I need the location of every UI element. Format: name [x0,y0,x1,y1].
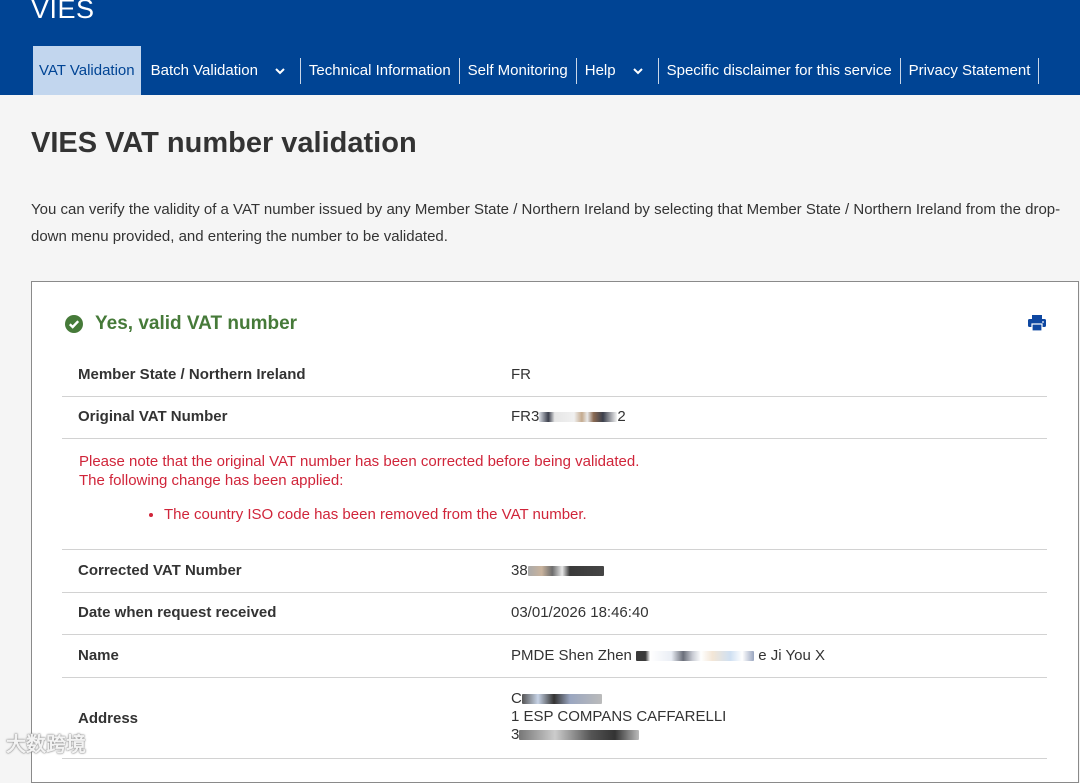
value-prefix: 38 [511,562,528,579]
nav-specific-disclaimer[interactable]: Specific disclaimer for this service [659,46,900,95]
row-label: Name [78,647,119,664]
note-bullet: The country ISO code has been removed fr… [164,505,979,524]
note-line-2: The following change has been applied: [79,472,344,489]
nav-help[interactable]: Help [577,46,658,95]
redacted-block [527,566,604,577]
nav-technical-information[interactable]: Technical Information [301,46,459,95]
value-prefix: FR3 [511,408,540,425]
site-header: VIES VAT Validation Batch Validation Tec… [0,0,1080,95]
nav-label: Batch Validation [150,62,258,79]
row-value: FR [511,366,531,383]
row-value: 03/01/2026 18:46:40 [511,604,649,621]
value-suffix: e Ji You X [758,647,825,664]
value-prefix: 3 [511,726,520,743]
valid-status-text: Yes, valid VAT number [95,313,298,334]
row-corrected-vat: Corrected VAT Number 38 [62,549,1047,593]
redacted-block [636,651,755,662]
redacted-block [519,730,640,741]
row-date-received: Date when request received 03/01/2026 18… [62,592,1047,635]
nav-label: VAT Validation [39,62,135,79]
row-value: PMDE Shen Zhen e Ji You X [511,647,825,664]
nav-label: Specific disclaimer for this service [666,62,892,79]
nav-label: Help [584,62,616,79]
row-label: Member State / Northern Ireland [78,366,306,383]
address-line-1: C [511,690,726,708]
nav-privacy-statement[interactable]: Privacy Statement [901,46,1039,95]
row-name: Name PMDE Shen Zhen e Ji You X [62,635,1047,678]
row-label: Original VAT Number [78,408,228,425]
main-nav: VAT Validation Batch Validation Technica… [33,46,1040,95]
valid-status: Yes, valid VAT number [65,313,297,335]
nav-label: Privacy Statement [908,62,1031,79]
nav-vat-validation[interactable]: VAT Validation [33,46,141,95]
note-list: The country ISO code has been removed fr… [79,505,979,524]
row-label: Address [78,710,139,727]
row-member-state: Member State / Northern Ireland FR [62,354,1047,397]
nav-self-monitoring[interactable]: Self Monitoring [460,46,576,95]
row-label: Corrected VAT Number [78,562,242,579]
redacted-block [521,694,602,705]
value-prefix: C [511,690,522,707]
row-value: 38 [511,562,604,579]
value-suffix: 2 [617,408,626,425]
site-title[interactable]: VIES [31,0,95,25]
intro-text: You can verify the validity of a VAT num… [31,201,1061,245]
nav-divider [1038,57,1040,84]
watermark: 大数跨境 [6,734,86,756]
nav-label: Self Monitoring [467,62,568,79]
nav-label: Technical Information [308,62,451,79]
value-prefix: PMDE Shen Zhen [511,647,632,664]
chevron-down-icon[interactable] [632,65,644,77]
validation-result-panel: Yes, valid VAT number Member State / Nor… [31,281,1079,783]
address-line-3: 3 [511,726,726,744]
row-original-vat: Original VAT Number FR3 2 [62,396,1047,439]
address-line-2: 1 ESP COMPANS CAFFARELLI [511,708,727,725]
correction-note: Please note that the original VAT number… [79,452,979,524]
redacted-block [539,412,618,423]
row-address: Address C 1 ESP COMPANS CAFFARELLI 3 [62,678,1047,759]
row-value: FR3 2 [511,408,626,425]
row-label: Date when request received [78,604,277,621]
page-title: VIES VAT number validation [31,127,417,159]
note-line-1: Please note that the original VAT number… [79,453,640,470]
print-icon[interactable] [1028,315,1046,331]
chevron-down-icon[interactable] [274,65,286,77]
check-circle-icon [65,315,83,333]
nav-batch-validation[interactable]: Batch Validation [141,46,300,95]
row-value: C 1 ESP COMPANS CAFFARELLI 3 [511,690,726,744]
